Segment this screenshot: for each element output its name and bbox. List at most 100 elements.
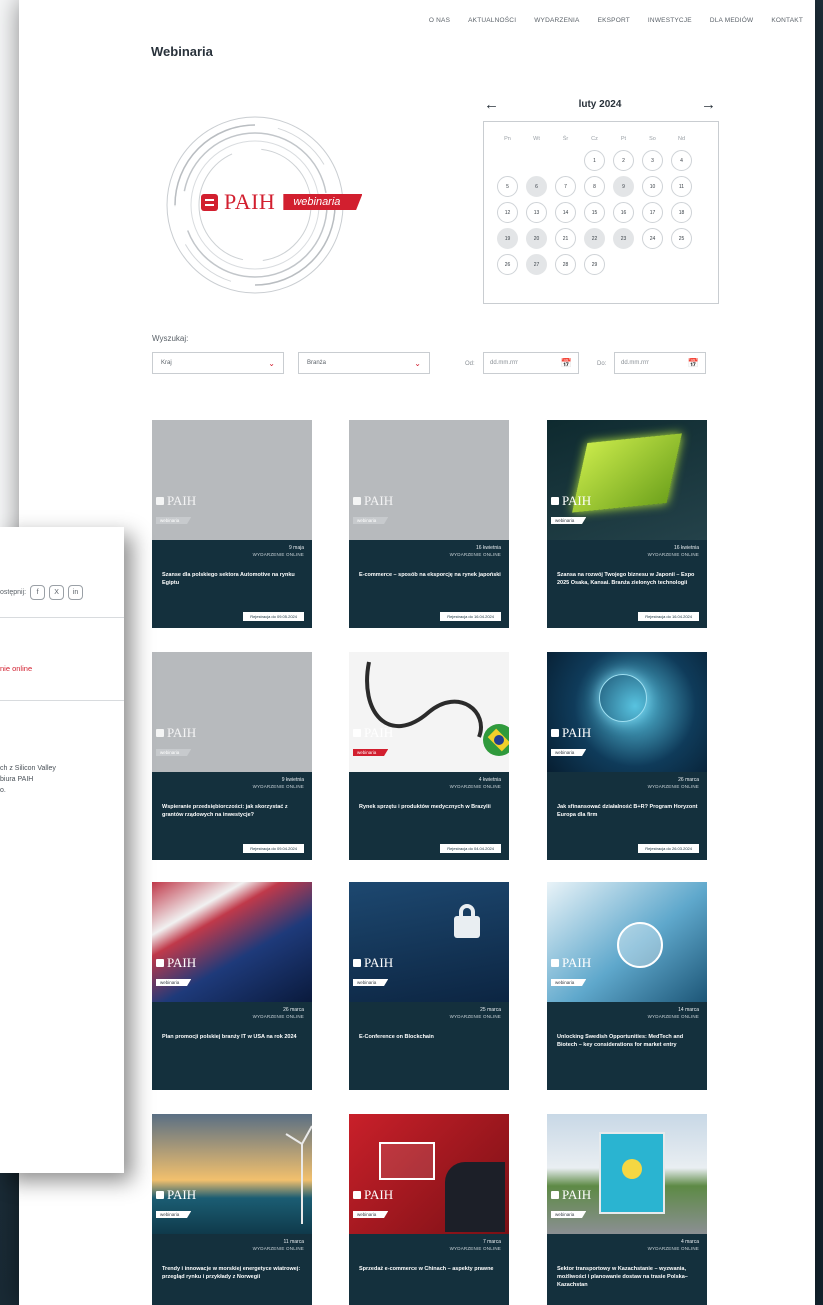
registration-button[interactable]: Rejestracja do 04.04.2024 [440, 844, 501, 853]
calendar-day[interactable]: 19 [497, 228, 518, 249]
date-from-input[interactable]: dd.mm.rrrr 📅 [483, 352, 579, 374]
registration-button[interactable]: Rejestracja do 16.04.2024 [440, 612, 501, 621]
calendar-day[interactable]: 11 [671, 176, 692, 197]
webinar-date: 16 kwietnia [673, 545, 699, 551]
calendar-day[interactable]: 28 [555, 254, 576, 275]
calendar-weekday: Wt [533, 136, 540, 142]
badge-word: PAIH [364, 955, 394, 970]
calendar-weekday: Pt [620, 136, 627, 142]
webinar-title[interactable]: Rynek sprzętu i produktów medycznych w B… [359, 803, 501, 811]
calendar-day[interactable]: 20 [526, 228, 547, 249]
webinar-card-body: 26 marca WYDARZENIE ONLINE Plan promocji p… [152, 1002, 312, 1090]
webinar-type: WYDARZENIE ONLINE [647, 1246, 699, 1251]
calendar-day[interactable]: 12 [497, 202, 518, 223]
foreground-window[interactable]: ostępnij: f X in nie online ch z Silicon… [0, 527, 124, 1173]
calendar-day[interactable]: 16 [613, 202, 634, 223]
webinar-card[interactable]: PAIH webinaria 7 marca WYDARZENIE ONLINE Spr… [349, 1114, 509, 1305]
webinar-title[interactable]: E-Conference on Blockchain [359, 1033, 501, 1041]
calendar-day[interactable]: 14 [555, 202, 576, 223]
webinar-card-image: PAIH webinaria [547, 652, 707, 772]
linkedin-icon[interactable]: in [68, 585, 84, 600]
calendar-day[interactable]: 9 [613, 176, 634, 197]
badge-word: PAIH [167, 493, 197, 508]
webinar-card[interactable]: PAIH webinaria 26 marca WYDARZENIE ONLINE Pl… [152, 882, 312, 1090]
date-from-label: Od: [465, 361, 475, 367]
calendar-day[interactable]: 29 [584, 254, 605, 275]
calendar-day[interactable]: 24 [642, 228, 663, 249]
registration-button[interactable]: Rejestracja do 09.05.2024 [243, 612, 304, 621]
badge-tag: webinaria [156, 749, 192, 756]
registration-button[interactable]: Rejestracja do 09.04.2024 [243, 844, 304, 853]
webinar-title[interactable]: Unlocking Swedish Opportunities: MedTech… [557, 1033, 699, 1049]
date-to-input[interactable]: dd.mm.rrrr 📅 [614, 352, 706, 374]
webinar-card[interactable]: PAIH webinaria 26 marca WYDARZENIE ONLINE Ja… [547, 652, 707, 860]
calendar-day[interactable]: 26 [497, 254, 518, 275]
calendar-day[interactable]: 8 [584, 176, 605, 197]
calendar-day[interactable]: 18 [671, 202, 692, 223]
webinar-card[interactable]: PAIH webinaria 25 marca WYDARZENIE ONLINE E-… [349, 882, 509, 1090]
x-twitter-icon[interactable]: X [49, 585, 65, 600]
calendar-day[interactable]: 22 [584, 228, 605, 249]
webinar-card[interactable]: PAIH webinaria 14 marca WYDARZENIE ONLINE Un… [547, 882, 707, 1090]
calendar-day[interactable]: 2 [613, 150, 634, 171]
webinar-card-body: 14 marca WYDARZENIE ONLINE Unlocking Swedi… [547, 1002, 707, 1090]
calendar-day[interactable]: 4 [671, 150, 692, 171]
nav-item-kontakt[interactable]: KONTAKT [771, 17, 803, 24]
country-select[interactable]: Kraj ⌄ [152, 352, 284, 374]
calendar-day[interactable]: 17 [642, 202, 663, 223]
calendar-day[interactable]: 1 [584, 150, 605, 171]
webinar-title[interactable]: Szanse dla polskiego sektora Automotive … [162, 571, 304, 587]
calendar-day[interactable]: 23 [613, 228, 634, 249]
facebook-icon[interactable]: f [30, 585, 46, 600]
nav-item-dla-mediow[interactable]: DLA MEDIÓW [710, 17, 754, 24]
webinar-card-image: PAIH webinaria [547, 420, 707, 540]
webinar-title[interactable]: Szansa na rozwój Twojego biznesu w Japon… [557, 571, 699, 587]
calendar-icon[interactable]: 📅 [561, 358, 572, 369]
registration-button[interactable]: Rejestracja do 16.04.2024 [638, 612, 699, 621]
webinar-title[interactable]: E-commerce – sposób na eksporcję na ryne… [359, 571, 501, 579]
webinar-title[interactable]: Trendy i innowacje w morskiej energetyce… [162, 1265, 304, 1281]
calendar-day[interactable]: 13 [526, 202, 547, 223]
webinar-title[interactable]: Plan promocji polskiej branży IT w USA n… [162, 1033, 304, 1041]
paih-webinaria-badge: PAIH webinaria [551, 493, 591, 527]
calendar-day[interactable]: 6 [526, 176, 547, 197]
badge-word: PAIH [167, 725, 197, 740]
webinar-title[interactable]: Sektor transportowy w Kazachstanie – wyz… [557, 1265, 699, 1289]
calendar-day[interactable]: 25 [671, 228, 692, 249]
event-type-link[interactable]: nie online [0, 664, 32, 673]
badge-word: PAIH [167, 955, 197, 970]
badge-tag: webinaria [156, 1211, 192, 1218]
webinar-card[interactable]: PAIH webinaria 9 maja WYDARZENIE ONLINE Szan… [152, 420, 312, 628]
webinar-type: WYDARZENIE ONLINE [449, 1246, 501, 1251]
calendar-day[interactable]: 15 [584, 202, 605, 223]
webinar-card[interactable]: PAIH webinaria 4 kwietnia WYDARZENIE ONLINE… [349, 652, 509, 860]
webinar-date: 4 kwietnia [478, 777, 501, 783]
nav-item-eksport[interactable]: EKSPORT [598, 17, 630, 24]
registration-button[interactable]: Rejestracja do 26.03.2024 [638, 844, 699, 853]
webinar-date: 9 kwietnia [281, 777, 304, 783]
webinar-card[interactable]: PAIH webinaria 16 kwietnia WYDARZENIE ONLIN… [349, 420, 509, 628]
calendar-next-arrow-icon[interactable]: → [701, 96, 716, 113]
calendar-grid: Pn Wt Śr Cz Pt So Nd 1 2 3 4 5 6 7 8 9 10 11 12 13 14 15 16 17 1… [496, 133, 706, 275]
webinar-card[interactable]: PAIH webinaria 4 marca WYDARZENIE ONLINE Sek… [547, 1114, 707, 1305]
calendar-day[interactable]: 5 [497, 176, 518, 197]
calendar-day[interactable]: 10 [642, 176, 663, 197]
webinar-title[interactable]: Sprzedaż e-commerce w Chinach – aspekty … [359, 1265, 501, 1273]
paih-webinaria-badge: PAIH webinaria [551, 1187, 591, 1221]
industry-select[interactable]: Branża ⌄ [298, 352, 430, 374]
nav-item-inwestycje[interactable]: INWESTYCJE [648, 17, 692, 24]
calendar-day[interactable]: 3 [642, 150, 663, 171]
webinar-title[interactable]: Wspieranie przedsiębiorczości: jak skorz… [162, 803, 304, 819]
divider [0, 700, 124, 701]
webinar-card[interactable]: PAIH webinaria 9 kwietnia WYDARZENIE ONLINE… [152, 652, 312, 860]
nav-item-wydarzenia[interactable]: WYDARZENIA [534, 17, 579, 24]
calendar-day[interactable]: 7 [555, 176, 576, 197]
calendar-day[interactable]: 21 [555, 228, 576, 249]
nav-item-aktualnosci[interactable]: AKTUALNOŚCI [468, 17, 516, 24]
webinar-card[interactable]: PAIH webinaria 11 marca WYDARZENIE ONLINE Tr… [152, 1114, 312, 1305]
calendar-day[interactable]: 27 [526, 254, 547, 275]
calendar-icon[interactable]: 📅 [688, 358, 699, 369]
webinar-title[interactable]: Jak sfinansować działalność B+R? Program… [557, 803, 699, 819]
webinar-card[interactable]: PAIH webinaria 16 kwietnia WYDARZENIE ONLIN… [547, 420, 707, 628]
nav-item-o-nas[interactable]: O NAS [429, 17, 450, 24]
